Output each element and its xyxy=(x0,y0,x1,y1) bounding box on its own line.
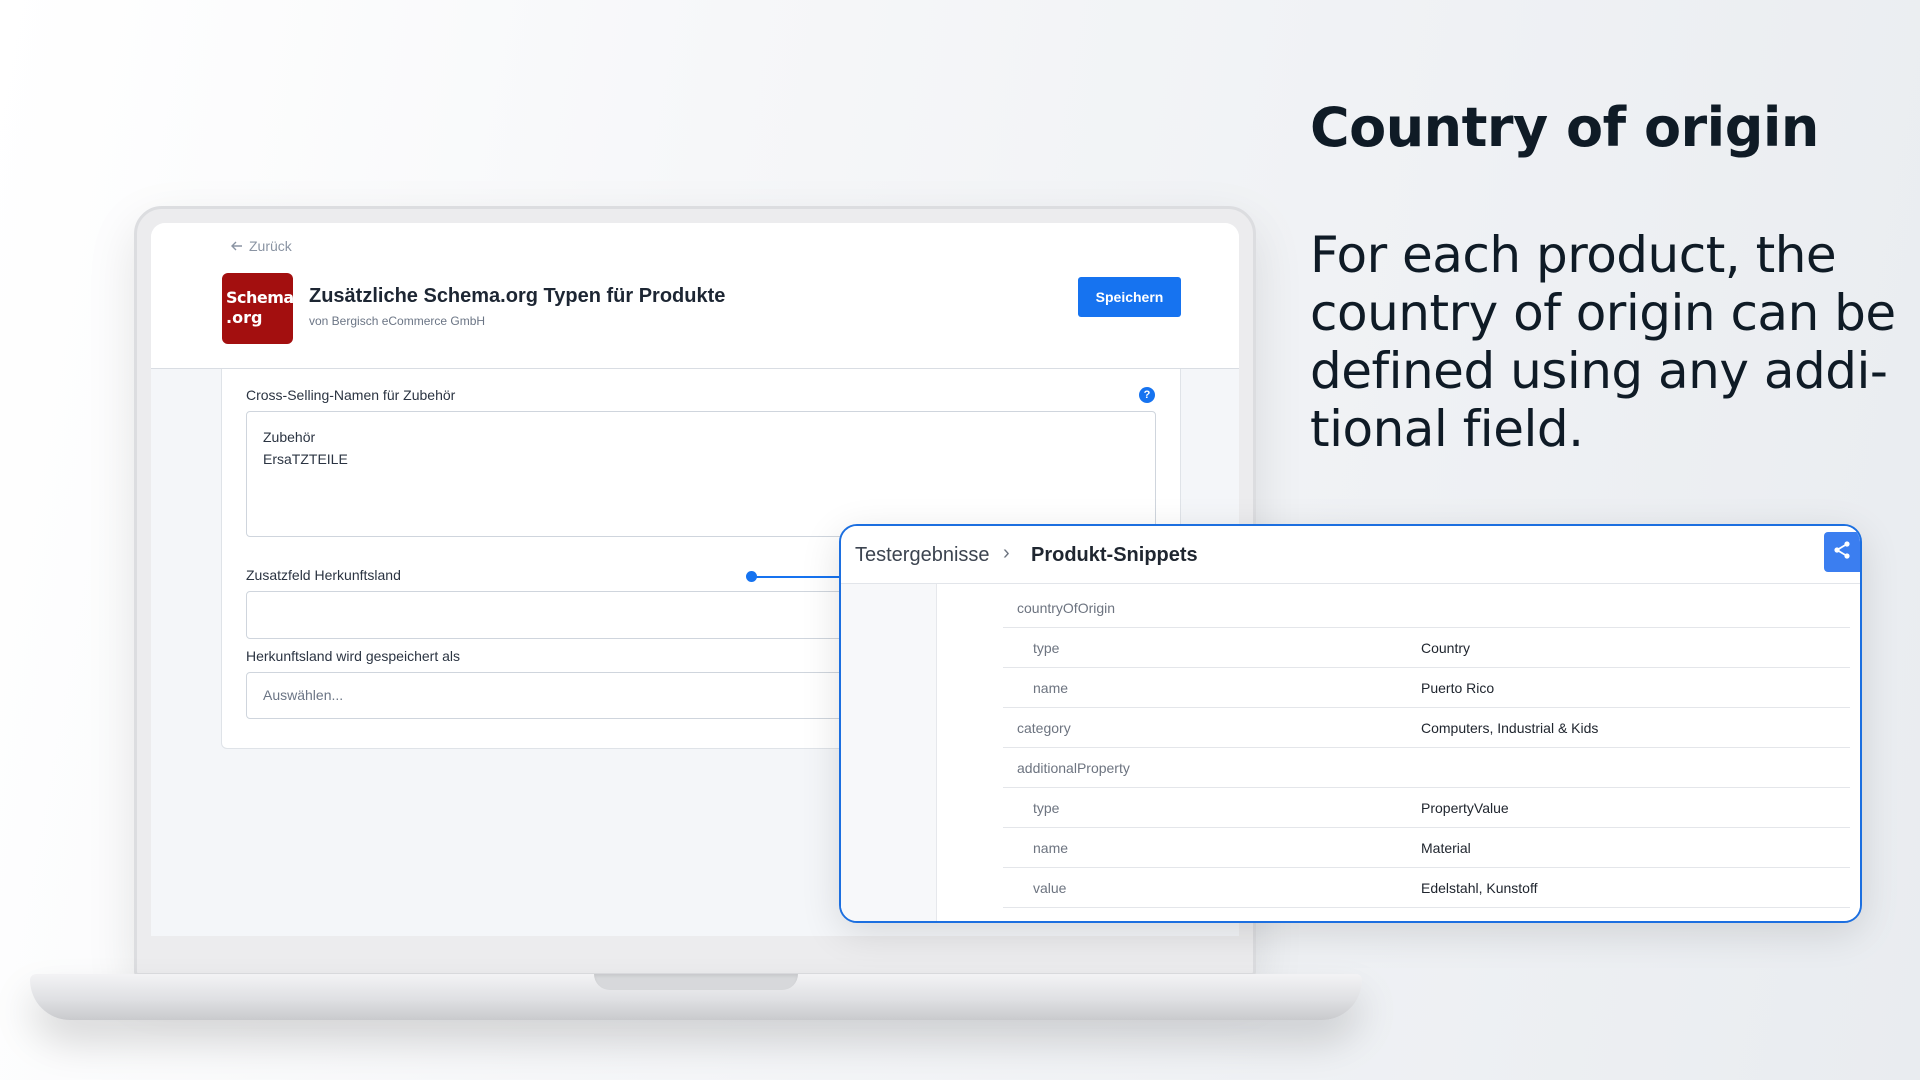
row-key: type xyxy=(1033,800,1060,816)
arrow-left-icon xyxy=(231,238,243,254)
origin-field-label: Zusatzfeld Herkunftsland xyxy=(246,567,401,583)
popup-header: Testergebnisse › Produkt-Snippets xyxy=(841,526,1860,584)
slide-description: For each product, the country of origin … xyxy=(1310,226,1896,458)
table-row: type PropertyValue xyxy=(1003,788,1850,828)
row-key: category xyxy=(1017,720,1071,736)
saved-as-label: Herkunftsland wird gespeichert als xyxy=(246,648,460,664)
row-key: countryOfOrigin xyxy=(1017,600,1116,616)
laptop-notch xyxy=(594,974,798,990)
textarea-line: Zubehör xyxy=(263,429,316,445)
vendor-name: von Bergisch eCommerce GmbH xyxy=(309,314,486,328)
row-key: type xyxy=(1033,640,1060,656)
save-button[interactable]: Speichern xyxy=(1078,277,1181,317)
table-row: category Computers, Industrial & Kids xyxy=(1003,708,1850,748)
back-link-label: Zurück xyxy=(249,238,292,254)
back-link[interactable]: Zurück xyxy=(231,238,292,254)
table-row: countryOfOrigin xyxy=(1003,588,1850,628)
row-value: Country xyxy=(1421,640,1471,656)
textarea-line: ErsaTZTEILE xyxy=(263,451,348,467)
row-key: additionalProperty xyxy=(1017,760,1130,776)
share-icon xyxy=(1832,540,1852,565)
snippet-table: countryOfOrigin type Country name Puerto Ric… xyxy=(1003,588,1850,908)
breadcrumb-testergebnisse[interactable]: Testergebnisse xyxy=(855,544,990,567)
popup-gutter xyxy=(841,584,937,921)
table-row: type Country xyxy=(1003,628,1850,668)
cross-selling-label: Cross-Selling-Namen für Zubehör xyxy=(246,387,456,403)
breadcrumb-produkt-snippets: Produkt-Snippets xyxy=(1031,544,1198,566)
cross-selling-textarea[interactable]: Zubehör ErsaTZTEILE xyxy=(246,411,1156,537)
chevron-right-icon: › xyxy=(1003,542,1010,564)
slide-headline: Country of origin xyxy=(1310,96,1819,159)
snippet-popup: Testergebnisse › Produkt-Snippets countr… xyxy=(839,524,1862,923)
row-key: name xyxy=(1033,840,1069,856)
table-row: additionalProperty xyxy=(1003,748,1850,788)
row-value: Puerto Rico xyxy=(1421,680,1495,696)
row-key: value xyxy=(1033,880,1067,896)
row-value: Edelstahl, Kunstoff xyxy=(1421,880,1538,896)
app-logo: Schema .org xyxy=(222,273,294,344)
row-value: Computers, Industrial & Kids xyxy=(1421,720,1599,736)
table-row: name Material xyxy=(1003,828,1850,868)
share-button[interactable] xyxy=(1824,532,1860,572)
popup-body: countryOfOrigin type Country name Puerto Ric… xyxy=(841,584,1860,921)
row-key: name xyxy=(1033,680,1069,696)
connector-line xyxy=(756,576,846,578)
logo-line-1: Schema xyxy=(226,288,294,307)
question-icon[interactable]: ? xyxy=(1139,387,1155,403)
row-value: Material xyxy=(1421,840,1471,856)
table-row: name Puerto Rico xyxy=(1003,668,1850,708)
row-value: PropertyValue xyxy=(1421,800,1509,816)
logo-line-2: .org xyxy=(226,308,263,327)
app-header: Zurück Schema .org Zusätzliche Schema.or… xyxy=(151,223,1239,369)
table-row: value Edelstahl, Kunstoff xyxy=(1003,868,1850,908)
page-title: Zusätzliche Schema.org Typen für Produkt… xyxy=(309,285,726,307)
